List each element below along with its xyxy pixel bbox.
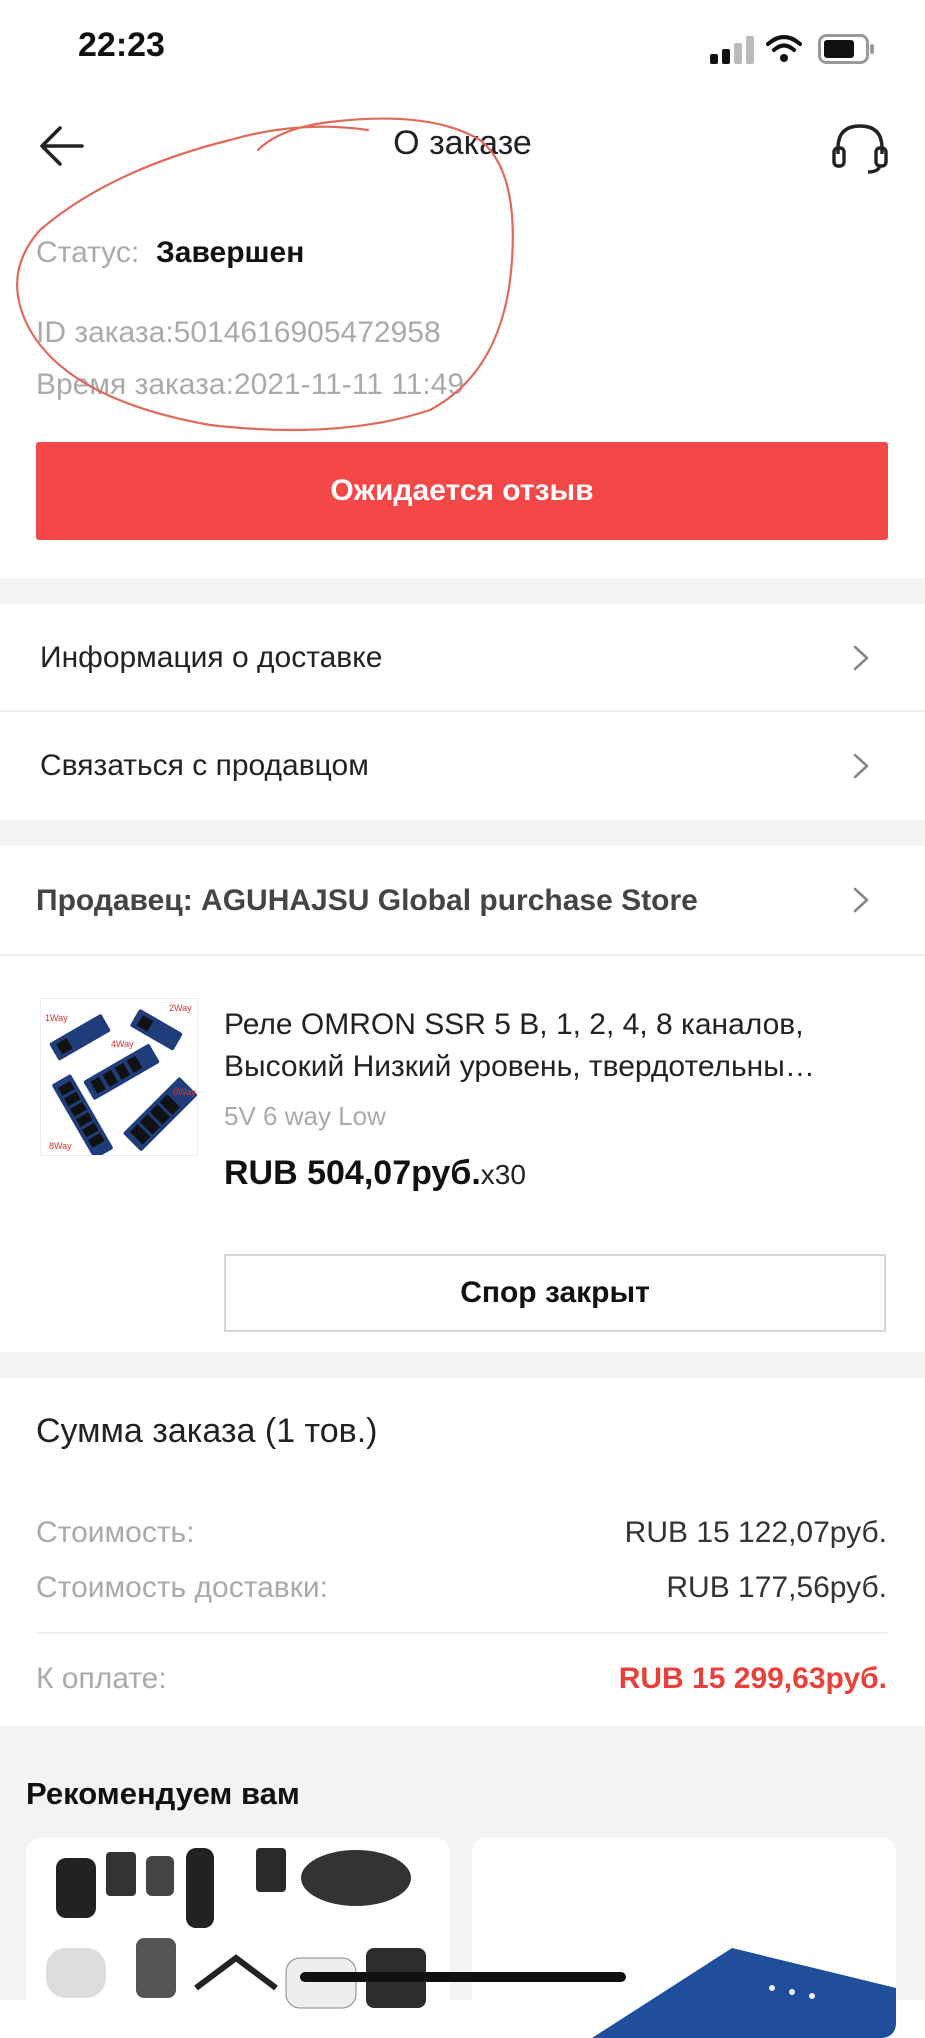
delivery-info-row[interactable]: Информация о доставке xyxy=(0,604,925,712)
product-price: RUB 504,07руб. xyxy=(224,1154,481,1192)
board-label-2way: 2Way xyxy=(169,1003,192,1013)
page-title: О заказе xyxy=(393,124,532,162)
total-label: К оплате: xyxy=(36,1662,167,1695)
wifi-icon xyxy=(766,35,802,62)
headset-icon[interactable] xyxy=(830,120,890,176)
battery-icon xyxy=(818,34,874,64)
order-id: ID заказа:5014616905472958 xyxy=(36,316,441,349)
chevron-right-icon xyxy=(853,645,869,671)
shipping-value: RUB 177,56руб. xyxy=(666,1571,887,1604)
section-gap xyxy=(0,578,925,604)
awaiting-review-button[interactable]: Ожидается отзыв xyxy=(36,442,888,540)
relay-boards-image: 1Way 2Way 4Way 6Way 8Way xyxy=(41,999,197,1155)
total-value: RUB 15 299,63руб. xyxy=(618,1662,887,1695)
recommended-product-card[interactable] xyxy=(26,1838,450,2038)
product-variant: 5V 6 way Low xyxy=(224,1101,386,1131)
summary-title: Сумма заказа (1 тов.) xyxy=(36,1412,378,1450)
board-label-6way: 6Way xyxy=(173,1087,196,1097)
section-gap xyxy=(0,820,925,846)
status-time: 22:23 xyxy=(78,26,165,64)
contact-seller-label: Связаться с продавцом xyxy=(40,749,369,782)
chevron-right-icon xyxy=(853,753,869,779)
signal-icon xyxy=(710,36,754,64)
section-gap xyxy=(0,1352,925,1378)
board-label-4way: 4Way xyxy=(111,1039,134,1049)
board-label-8way: 8Way xyxy=(49,1141,72,1151)
recommend-title: Рекомендуем вам xyxy=(26,1776,300,1811)
seller-name: Продавец: AGUHAJSU Global purchase Store xyxy=(36,884,698,917)
product-image[interactable]: 1Way 2Way 4Way 6Way 8Way xyxy=(40,998,198,1156)
product-title[interactable]: Реле OMRON SSR 5 В, 1, 2, 4, 8 каналов, … xyxy=(224,1004,884,1088)
product-price-line: RUB 504,07руб.x30 xyxy=(224,1154,526,1193)
dispute-closed-button[interactable]: Спор закрыт xyxy=(224,1254,886,1332)
delivery-info-label: Информация о доставке xyxy=(40,641,383,674)
circuit-board-image xyxy=(592,1948,896,2038)
cost-value: RUB 15 122,07руб. xyxy=(624,1516,887,1549)
board-label-1way: 1Way xyxy=(45,1013,68,1023)
status-value: Завершен xyxy=(156,236,305,269)
cost-label: Стоимость: xyxy=(36,1516,195,1549)
gadgets-image xyxy=(46,1848,426,2009)
contact-seller-row[interactable]: Связаться с продавцом xyxy=(0,712,925,820)
recommended-product-card[interactable] xyxy=(472,1838,896,2038)
product-quantity: x30 xyxy=(480,1159,526,1190)
product-title-line-2: Высокий Низкий уровень, твердотельны… xyxy=(224,1050,815,1083)
home-indicator[interactable] xyxy=(300,1972,626,1982)
order-time: Время заказа:2021-11-11 11:49 xyxy=(36,368,465,401)
status-label: Статус: xyxy=(36,236,140,269)
shipping-label: Стоимость доставки: xyxy=(36,1571,328,1604)
chevron-right-icon xyxy=(853,887,869,913)
divider xyxy=(0,954,925,956)
divider xyxy=(36,1632,887,1634)
product-title-line-1: Реле OMRON SSR 5 В, 1, 2, 4, 8 каналов, xyxy=(224,1008,804,1041)
